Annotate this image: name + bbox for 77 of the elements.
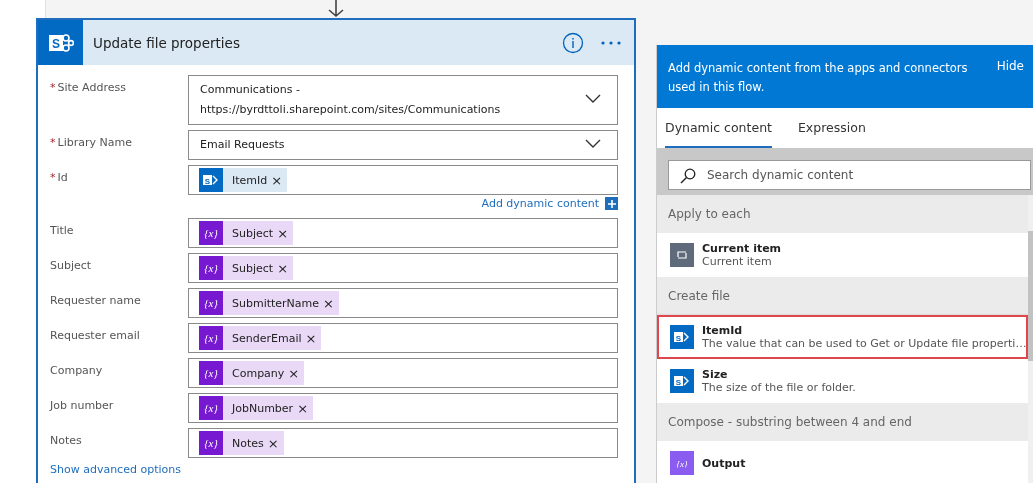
remove-button[interactable]: × bbox=[277, 260, 294, 276]
input-field[interactable]: {x} Notes × bbox=[188, 428, 618, 458]
field-label: Job number bbox=[50, 398, 115, 412]
required-mark: * bbox=[50, 171, 56, 184]
dropdown-field[interactable]: Email Requests bbox=[188, 130, 618, 160]
variable-icon: {x} bbox=[199, 221, 223, 245]
variable-icon: {x} bbox=[670, 451, 694, 475]
chevron-down-icon bbox=[585, 93, 601, 103]
sharepoint-icon: S bbox=[670, 325, 694, 349]
variable-icon: {x} bbox=[199, 256, 223, 280]
field-label: * Id bbox=[50, 170, 69, 184]
variable-icon: {x} bbox=[199, 431, 223, 455]
show-advanced-options-link[interactable]: Show advanced options bbox=[50, 463, 618, 476]
field-label: Notes bbox=[50, 433, 83, 447]
input-field[interactable]: S ItemId × bbox=[188, 165, 618, 195]
remove-button[interactable]: × bbox=[271, 172, 288, 188]
variable-icon: {x} bbox=[199, 396, 223, 420]
item-description: The value that can be used to Get or Update file properti… bbox=[702, 337, 1027, 350]
group-header: Apply to each bbox=[657, 195, 1029, 233]
input-field[interactable]: {x} Subject × bbox=[188, 218, 618, 248]
sharepoint-icon: S bbox=[670, 369, 694, 393]
plus-icon[interactable] bbox=[605, 197, 618, 210]
search-icon bbox=[680, 168, 696, 184]
item-name: Output bbox=[702, 456, 746, 470]
hide-link[interactable]: Hide bbox=[996, 59, 1024, 73]
field-label: * Library Name bbox=[50, 135, 133, 149]
loop-icon bbox=[670, 243, 694, 267]
item-name: ItemId bbox=[702, 324, 744, 337]
dynamic-token: {x} Subject × bbox=[199, 256, 294, 280]
item-name: Size bbox=[702, 368, 729, 381]
group-header: Create file bbox=[657, 277, 1029, 315]
remove-button[interactable]: × bbox=[288, 365, 305, 381]
remove-button[interactable]: × bbox=[267, 435, 284, 451]
dynamic-token: {x} JobNumber × bbox=[199, 396, 314, 420]
variable-icon: {x} bbox=[199, 291, 223, 315]
field-label: Requester email bbox=[50, 328, 141, 342]
remove-button[interactable]: × bbox=[305, 330, 322, 346]
dynamic-token: S ItemId × bbox=[199, 168, 288, 192]
card-title: Update file properties bbox=[93, 34, 241, 51]
remove-button[interactable]: × bbox=[323, 295, 339, 311]
required-mark: * bbox=[50, 81, 56, 94]
variable-icon: {x} bbox=[199, 361, 223, 385]
field-label: Title bbox=[50, 223, 75, 237]
input-field[interactable]: {x} Subject × bbox=[188, 253, 618, 283]
variable-icon: {x} bbox=[199, 326, 223, 350]
remove-button[interactable]: × bbox=[277, 225, 294, 241]
panel-message: Add dynamic content from the apps and connectors used in this flow. bbox=[668, 60, 969, 96]
item-name: Current item bbox=[702, 242, 782, 255]
field-label: Company bbox=[50, 363, 104, 377]
dynamic-token: {x} SenderEmail × bbox=[199, 326, 322, 350]
add-dynamic-content-link[interactable]: Add dynamic content bbox=[481, 197, 599, 210]
dynamic-token: {x} Company × bbox=[199, 361, 305, 385]
info-icon[interactable] bbox=[562, 31, 584, 54]
dynamic-token: {x} Notes × bbox=[199, 431, 284, 455]
required-mark: * bbox=[50, 136, 56, 149]
item-description: Current item bbox=[702, 255, 773, 268]
group-header: Compose - substring between 4 and end bbox=[657, 403, 1029, 441]
field-label: * Site Address bbox=[50, 80, 127, 94]
more-options-icon[interactable] bbox=[600, 39, 622, 46]
dynamic-token: {x} Subject × bbox=[199, 221, 294, 245]
dynamic-content-item[interactable]: S ItemId The value that can be used to Get or Update file properti… bbox=[657, 315, 1029, 359]
dynamic-token: {x} SubmitterName × bbox=[199, 291, 339, 315]
panel-tab[interactable]: Expression bbox=[797, 108, 866, 148]
chevron-down-icon bbox=[585, 138, 601, 148]
search-field[interactable]: Search dynamic content bbox=[668, 160, 1031, 190]
input-field[interactable]: {x} Company × bbox=[188, 358, 618, 388]
item-description: The size of the file or folder. bbox=[702, 381, 856, 394]
connector-arrow bbox=[326, 0, 346, 18]
input-field[interactable]: {x} JobNumber × bbox=[188, 393, 618, 423]
sharepoint-icon: S bbox=[199, 168, 223, 192]
dropdown-field[interactable]: Communications - https://byrdttoli.sharepoint.com/sites/Communications bbox=[188, 75, 618, 125]
input-field[interactable]: {x} SenderEmail × bbox=[188, 323, 618, 353]
field-label: Requester name bbox=[50, 293, 142, 307]
field-label: Subject bbox=[50, 258, 93, 272]
input-field[interactable]: {x} SubmitterName × bbox=[188, 288, 618, 318]
remove-button[interactable]: × bbox=[297, 400, 314, 416]
sharepoint-icon: S bbox=[38, 20, 83, 65]
